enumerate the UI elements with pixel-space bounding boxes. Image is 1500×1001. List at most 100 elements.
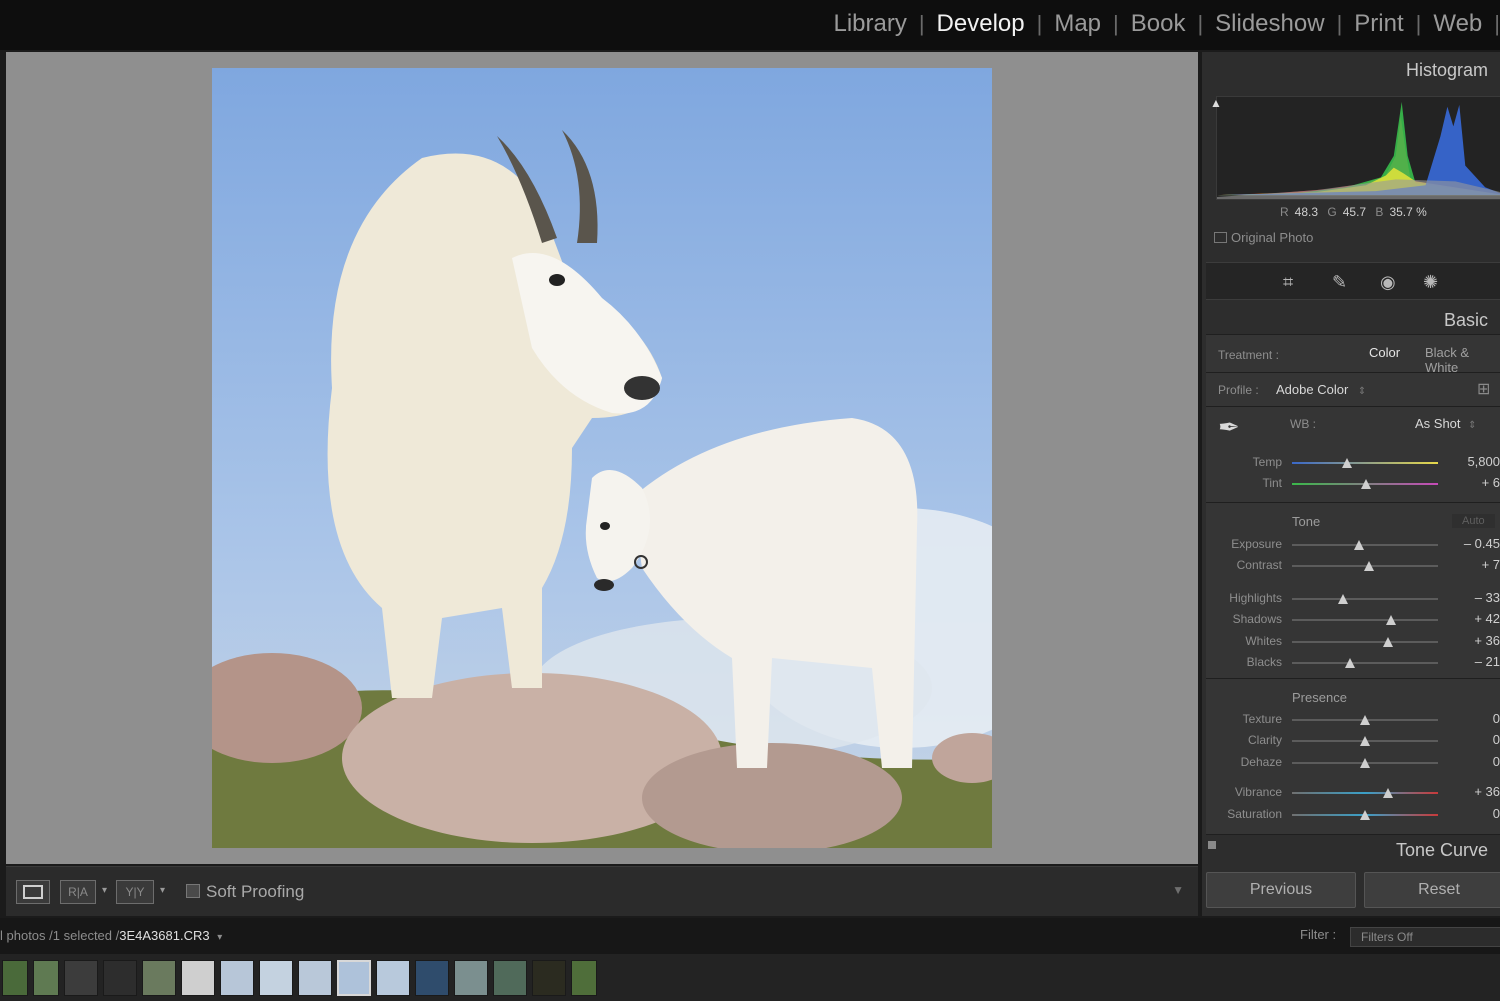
highlights-label: Highlights	[1229, 591, 1282, 605]
blacks-slider[interactable]	[1292, 662, 1438, 664]
filmstrip-thumbnail[interactable]	[298, 960, 332, 996]
texture-value[interactable]: 0	[1440, 711, 1500, 726]
whites-slider[interactable]	[1292, 641, 1438, 643]
updown-icon: ⇕	[1468, 420, 1477, 431]
profile-browser-icon[interactable]: ⊞	[1477, 379, 1497, 399]
heal-icon[interactable]: ✎	[1332, 272, 1347, 293]
goat-photo-illustration	[212, 68, 992, 848]
module-book[interactable]: Book	[1119, 10, 1198, 38]
caret-down-icon[interactable]: ▾	[160, 885, 165, 896]
original-photo-checkbox[interactable]	[1214, 232, 1227, 243]
temp-slider-handle[interactable]	[1342, 458, 1353, 468]
crop-icon[interactable]: ⌗	[1283, 272, 1293, 293]
highlights-slider-handle[interactable]	[1338, 594, 1349, 604]
texture-slider-handle[interactable]	[1360, 715, 1370, 725]
redeye-icon[interactable]: ◉	[1380, 272, 1396, 293]
filmstrip-thumbnail[interactable]	[259, 960, 293, 996]
module-web[interactable]: Web	[1421, 10, 1494, 38]
tone-curve-title[interactable]: Tone Curve	[1396, 840, 1488, 861]
filmstrip-thumbnail[interactable]	[337, 960, 371, 996]
exposure-value[interactable]: – 0.45	[1440, 536, 1500, 551]
previous-button[interactable]: Previous	[1206, 872, 1356, 908]
r-value: 48.3	[1294, 205, 1319, 219]
highlights-slider[interactable]	[1292, 598, 1438, 600]
tint-value[interactable]: + 6	[1440, 475, 1500, 490]
caret-down-icon: ▾	[217, 932, 223, 943]
caret-down-icon[interactable]: ▾	[102, 885, 107, 896]
filmstrip-thumbnail[interactable]	[415, 960, 449, 996]
b-value: 35.7 %	[1389, 205, 1427, 219]
exposure-slider[interactable]	[1292, 544, 1438, 546]
module-slideshow[interactable]: Slideshow	[1203, 10, 1336, 38]
dehaze-slider-handle[interactable]	[1360, 758, 1370, 768]
treatment-bw-option[interactable]: Black & White	[1425, 345, 1500, 375]
vibrance-value[interactable]: + 36	[1440, 784, 1500, 799]
module-library[interactable]: Library	[821, 10, 918, 38]
tint-label: Tint	[1262, 476, 1282, 490]
reset-button[interactable]: Reset	[1364, 872, 1500, 908]
before-after-ra-button[interactable]: R|A	[60, 880, 96, 904]
photo-preview[interactable]	[212, 68, 992, 848]
basic-panel-title[interactable]: Basic	[1444, 310, 1488, 331]
exposure-slider-handle[interactable]	[1354, 540, 1365, 550]
g-label: G	[1327, 205, 1337, 219]
filmstrip-thumbnail[interactable]	[2, 960, 28, 996]
filmstrip-thumbnail[interactable]	[532, 960, 566, 996]
contrast-slider-handle[interactable]	[1364, 561, 1375, 571]
toolbar-menu-icon[interactable]: ▼	[1172, 883, 1184, 897]
module-map[interactable]: Map	[1042, 10, 1113, 38]
mask-icon[interactable]: ✺	[1423, 272, 1438, 293]
filmstrip-thumbnail[interactable]	[376, 960, 410, 996]
filter-dropdown[interactable]: Filters Off	[1350, 927, 1500, 947]
histogram-title[interactable]: Histogram	[1406, 60, 1488, 81]
image-canvas[interactable]	[6, 52, 1198, 864]
blacks-value[interactable]: – 21	[1440, 654, 1500, 669]
clarity-value[interactable]: 0	[1440, 732, 1500, 747]
filmstrip-thumbnail[interactable]	[454, 960, 488, 996]
filmstrip-thumbnail[interactable]	[571, 960, 597, 996]
whites-value[interactable]: + 36	[1440, 633, 1500, 648]
loupe-view-button[interactable]	[16, 880, 50, 904]
filmstrip-thumbnail[interactable]	[33, 960, 59, 996]
shadows-slider[interactable]	[1292, 619, 1438, 621]
saturation-slider-handle[interactable]	[1360, 810, 1370, 820]
tint-slider-handle[interactable]	[1361, 479, 1372, 489]
filmstrip-thumbnail[interactable]	[181, 960, 215, 996]
filmstrip-thumbnail[interactable]	[493, 960, 527, 996]
saturation-value[interactable]: 0	[1440, 806, 1500, 821]
filmstrip-thumbnail[interactable]	[220, 960, 254, 996]
module-print[interactable]: Print	[1342, 10, 1415, 38]
vibrance-slider[interactable]	[1292, 792, 1438, 794]
clarity-slider-handle[interactable]	[1360, 736, 1370, 746]
shadow-clipping-icon[interactable]: ▲	[1210, 96, 1222, 110]
wb-dropdown[interactable]: As Shot ⇕	[1415, 416, 1477, 431]
filmstrip-info[interactable]: l photos /1 selected /3E4A3681.CR3 ▾	[0, 928, 222, 943]
filmstrip-thumbnail[interactable]	[103, 960, 137, 996]
profile-dropdown[interactable]: Adobe Color ⇕	[1276, 382, 1366, 397]
soft-proofing-label: Soft Proofing	[206, 882, 305, 901]
temp-value[interactable]: 5,800	[1440, 454, 1500, 469]
shadows-slider-handle[interactable]	[1386, 615, 1397, 625]
soft-proofing-checkbox[interactable]	[186, 884, 200, 898]
contrast-label: Contrast	[1236, 558, 1282, 572]
vibrance-slider-handle[interactable]	[1383, 788, 1394, 798]
whites-slider-handle[interactable]	[1383, 637, 1394, 647]
highlights-value[interactable]: – 33	[1440, 590, 1500, 605]
module-develop[interactable]: Develop	[925, 10, 1037, 38]
shadows-label: Shadows	[1232, 612, 1282, 626]
filmstrip-thumbnail[interactable]	[64, 960, 98, 996]
shadows-value[interactable]: + 42	[1440, 611, 1500, 626]
rgb-readout: R 48.3 G 45.7 B 35.7 %	[1280, 205, 1433, 219]
histogram[interactable]	[1216, 96, 1500, 200]
panel-switch-icon[interactable]	[1208, 841, 1216, 849]
blacks-slider-handle[interactable]	[1345, 658, 1356, 668]
module-list: Library | Develop | Map | Book | Slideshow | Print…	[821, 10, 1500, 38]
temp-slider[interactable]	[1292, 462, 1438, 464]
before-after-yy-button[interactable]: Y|Y	[116, 880, 154, 904]
loupe-view-icon	[23, 885, 43, 899]
contrast-value[interactable]: + 7	[1440, 557, 1500, 572]
dehaze-value[interactable]: 0	[1440, 754, 1500, 769]
auto-tone-button[interactable]: Auto	[1452, 514, 1495, 528]
filmstrip-thumbnail[interactable]	[142, 960, 176, 996]
treatment-color-option[interactable]: Color	[1369, 345, 1400, 360]
